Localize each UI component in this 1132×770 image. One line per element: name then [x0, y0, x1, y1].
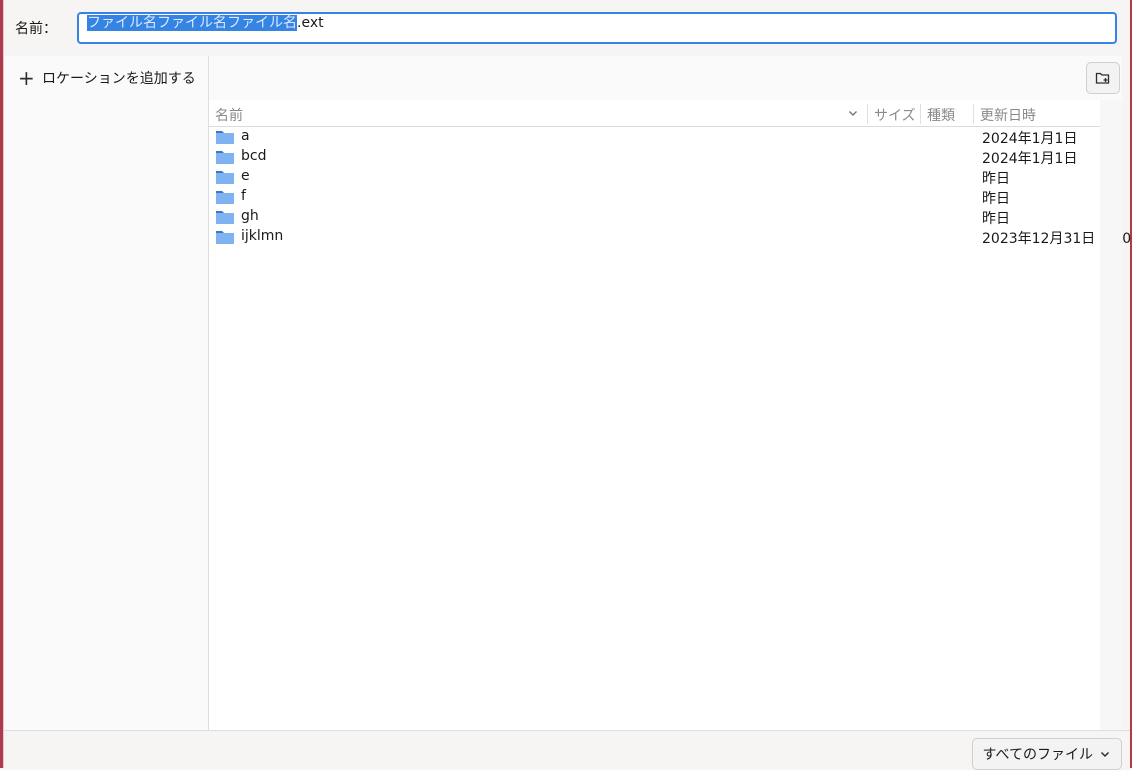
sort-chevron-icon	[849, 111, 857, 116]
column-header: 名前 サイズ 種類 更新日時	[209, 102, 1100, 127]
file-name: a	[241, 128, 250, 144]
chevron-down-icon	[1100, 751, 1110, 758]
sidebar: + ロケーションを追加する	[4, 56, 209, 730]
file-modified: 2024年1月1日	[982, 131, 1078, 147]
new-folder-button[interactable]	[1086, 62, 1120, 94]
column-type[interactable]: 種類	[927, 105, 955, 125]
file-name: ijklmn	[241, 228, 284, 244]
file-filter-label: すべてのファイル	[982, 747, 1093, 763]
file-name: bcd	[241, 148, 267, 164]
file-name: f	[241, 188, 246, 204]
file-name: gh	[241, 208, 259, 224]
filename-input[interactable]: ファイル名ファイル名ファイル名.ext	[77, 12, 1117, 44]
folder-icon	[216, 231, 234, 244]
file-modified: 昨日	[982, 171, 1010, 187]
table-row[interactable]: e 昨日	[209, 167, 1100, 187]
folder-icon	[216, 131, 234, 144]
column-modified[interactable]: 更新日時	[980, 105, 1036, 125]
column-separator	[973, 104, 974, 124]
column-name[interactable]: 名前	[215, 105, 865, 125]
table-row[interactable]: a 2024年1月1日	[209, 127, 1100, 147]
column-separator	[867, 104, 868, 124]
add-location-button[interactable]: + ロケーションを追加する	[18, 68, 196, 88]
scrollbar[interactable]	[1100, 100, 1122, 730]
table-row[interactable]: bcd 2024年1月1日	[209, 147, 1100, 167]
column-size[interactable]: サイズ	[874, 105, 916, 125]
file-filter-dropdown[interactable]: すべてのファイル	[971, 738, 1122, 770]
filename-selected-text: ファイル名ファイル名ファイル名	[87, 15, 297, 31]
folder-icon	[216, 211, 234, 224]
folder-icon	[216, 191, 234, 204]
footer: すべてのファイル	[4, 730, 1130, 770]
table-row[interactable]: gh 昨日	[209, 207, 1100, 227]
column-separator	[920, 104, 921, 124]
file-name: e	[241, 168, 250, 184]
file-list: a 2024年1月1日 bcd 2024年1月1日 e 昨日 f 昨日 gh 昨…	[209, 127, 1132, 247]
file-list-area: 名前 サイズ 種類 更新日時 a 2024年1月1日 bcd 2024年1月1日…	[209, 56, 1132, 730]
new-folder-icon	[1095, 72, 1110, 84]
file-modified: 昨日	[982, 211, 1010, 227]
toolbar	[209, 56, 1122, 100]
plus-icon: +	[18, 66, 35, 90]
table-row[interactable]: ijklmn 2023年12月31日 12:00	[209, 227, 1132, 247]
name-label: 名前：	[15, 21, 57, 37]
add-location-label: ロケーションを追加する	[42, 71, 196, 87]
folder-icon	[216, 171, 234, 184]
folder-icon	[216, 151, 234, 164]
file-modified: 昨日	[982, 191, 1010, 207]
filename-rest-text: .ext	[297, 15, 324, 31]
table-row[interactable]: f 昨日	[209, 187, 1100, 207]
file-modified: 2024年1月1日	[982, 151, 1078, 167]
